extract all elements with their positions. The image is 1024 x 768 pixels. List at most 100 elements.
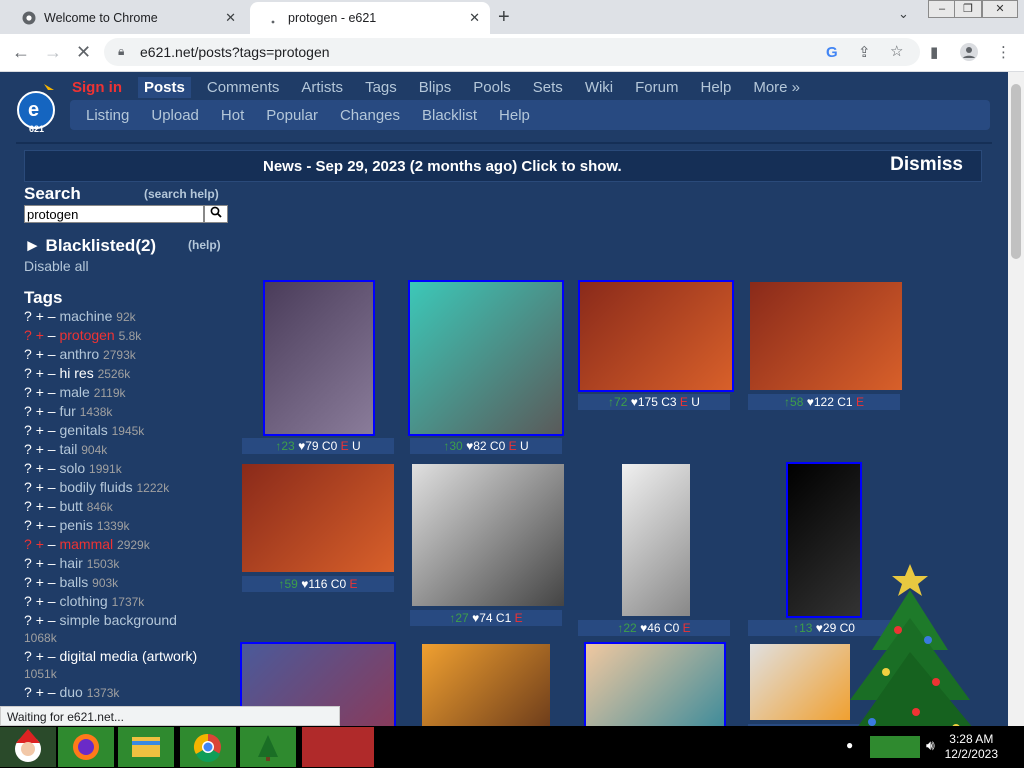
tag-exclude-link[interactable]: – <box>48 365 56 381</box>
tag-wiki-link[interactable]: ? <box>24 327 32 343</box>
news-text[interactable]: News - Sep 29, 2023 (2 months ago) Click… <box>263 158 622 175</box>
tag-add-link[interactable]: + <box>36 612 44 628</box>
tag-add-link[interactable]: + <box>36 648 44 664</box>
tag-wiki-link[interactable]: ? <box>24 308 32 324</box>
url-text[interactable]: e621.net/posts?tags=protogen <box>140 44 330 60</box>
tag-exclude-link[interactable]: – <box>48 612 56 628</box>
tag-exclude-link[interactable]: – <box>48 555 56 571</box>
tag-name-link[interactable]: butt <box>59 498 82 514</box>
tag-exclude-link[interactable]: – <box>48 536 56 552</box>
tag-exclude-link[interactable]: – <box>48 517 56 533</box>
tag-wiki-link[interactable]: ? <box>24 460 32 476</box>
tag-wiki-link[interactable]: ? <box>24 574 32 590</box>
tag-exclude-link[interactable]: – <box>48 327 56 343</box>
share-icon[interactable]: ⇪ <box>858 43 871 61</box>
tag-name-link[interactable]: hi res <box>59 365 93 381</box>
tag-name-link[interactable]: simple background <box>59 612 177 628</box>
blacklisted-toggle[interactable]: ► Blacklisted(2) <box>24 236 156 255</box>
tag-wiki-link[interactable]: ? <box>24 422 32 438</box>
tag-exclude-link[interactable]: – <box>48 441 56 457</box>
tag-add-link[interactable]: + <box>36 555 44 571</box>
tag-name-link[interactable]: hair <box>59 555 82 571</box>
profile-avatar-icon[interactable] <box>960 43 978 65</box>
tag-exclude-link[interactable]: – <box>48 574 56 590</box>
nav-comments[interactable]: Comments <box>207 79 280 96</box>
search-help-link[interactable]: (search help) <box>144 187 219 201</box>
tag-add-link[interactable]: + <box>36 684 44 700</box>
post-preview-image[interactable] <box>263 280 375 436</box>
tag-add-link[interactable]: + <box>36 365 44 381</box>
disable-all-link[interactable]: Disable all <box>24 258 89 274</box>
tag-add-link[interactable]: + <box>36 346 44 362</box>
tag-add-link[interactable]: + <box>36 460 44 476</box>
post-preview-image[interactable] <box>578 280 734 392</box>
volume-icon[interactable]: 🔊︎ <box>926 737 935 754</box>
tag-name-link[interactable]: fur <box>59 403 75 419</box>
nav-sign-in[interactable]: Sign in <box>72 79 122 96</box>
nav-posts[interactable]: Posts <box>138 76 191 98</box>
subnav-upload[interactable]: Upload <box>151 107 199 124</box>
tag-wiki-link[interactable]: ? <box>24 441 32 457</box>
tab-welcome[interactable]: Welcome to Chrome ✕ <box>6 2 246 34</box>
new-tab-icon[interactable]: + <box>498 6 510 29</box>
tag-add-link[interactable]: + <box>36 384 44 400</box>
tag-wiki-link[interactable]: ? <box>24 517 32 533</box>
subnav-hot[interactable]: Hot <box>221 107 244 124</box>
tag-wiki-link[interactable]: ? <box>24 555 32 571</box>
restore-button[interactable]: ❐ <box>954 0 982 18</box>
nav-artists[interactable]: Artists <box>301 79 343 96</box>
tag-wiki-link[interactable]: ? <box>24 384 32 400</box>
tag-wiki-link[interactable]: ? <box>24 479 32 495</box>
e621-logo[interactable]: e 621 <box>16 82 64 134</box>
tag-add-link[interactable]: + <box>36 593 44 609</box>
tag-add-link[interactable]: + <box>36 517 44 533</box>
tag-exclude-link[interactable]: – <box>48 498 56 514</box>
tag-wiki-link[interactable]: ? <box>24 498 32 514</box>
nav-sets[interactable]: Sets <box>533 79 563 96</box>
nav-more[interactable]: More » <box>753 79 800 96</box>
tag-add-link[interactable]: + <box>36 422 44 438</box>
nav-wiki[interactable]: Wiki <box>585 79 613 96</box>
tag-exclude-link[interactable]: – <box>48 422 56 438</box>
nav-help[interactable]: Help <box>700 79 731 96</box>
tag-wiki-link[interactable]: ? <box>24 648 32 664</box>
forward-arrow-icon[interactable]: → <box>44 42 62 63</box>
page-scrollbar[interactable] <box>1008 72 1024 726</box>
search-input[interactable] <box>24 205 204 223</box>
news-banner[interactable]: News - Sep 29, 2023 (2 months ago) Click… <box>24 150 982 182</box>
subnav-popular[interactable]: Popular <box>266 107 318 124</box>
tag-name-link[interactable]: clothing <box>59 593 107 609</box>
tag-exclude-link[interactable]: – <box>48 479 56 495</box>
tag-exclude-link[interactable]: – <box>48 384 56 400</box>
menu-kebab-icon[interactable]: ⋮ <box>996 43 1011 61</box>
close-window-button[interactable]: ✕ <box>982 0 1018 18</box>
tag-name-link[interactable]: penis <box>59 517 92 533</box>
subnav-blacklist[interactable]: Blacklist <box>422 107 477 124</box>
app-window-button[interactable] <box>302 727 374 767</box>
tag-name-link[interactable]: tail <box>59 441 77 457</box>
post-preview-image[interactable] <box>242 464 394 572</box>
tag-name-link[interactable]: duo <box>59 684 82 700</box>
tab-protogen[interactable]: protogen - e621 ✕ <box>250 2 490 34</box>
close-tab-icon[interactable]: ✕ <box>225 10 236 26</box>
lock-icon[interactable]: 🔒︎ <box>118 44 124 59</box>
tag-exclude-link[interactable]: – <box>48 648 56 664</box>
nav-pools[interactable]: Pools <box>473 79 511 96</box>
subnav-changes[interactable]: Changes <box>340 107 400 124</box>
tag-wiki-link[interactable]: ? <box>24 346 32 362</box>
chrome-taskbar-icon[interactable] <box>180 727 236 767</box>
tag-wiki-link[interactable]: ? <box>24 536 32 552</box>
tag-name-link[interactable]: digital media (artwork) <box>59 648 197 664</box>
tab-search-chevron-icon[interactable]: ⌄ <box>898 6 909 22</box>
tag-add-link[interactable]: + <box>36 574 44 590</box>
subnav-help[interactable]: Help <box>499 107 530 124</box>
tag-exclude-link[interactable]: – <box>48 403 56 419</box>
minimize-button[interactable]: – <box>928 0 956 18</box>
firefox-icon[interactable] <box>58 727 114 767</box>
close-tab-icon[interactable]: ✕ <box>469 10 480 26</box>
tag-exclude-link[interactable]: – <box>48 346 56 362</box>
tag-wiki-link[interactable]: ? <box>24 365 32 381</box>
start-santa-icon[interactable] <box>0 727 56 767</box>
nav-tags[interactable]: Tags <box>365 79 397 96</box>
tag-exclude-link[interactable]: – <box>48 593 56 609</box>
